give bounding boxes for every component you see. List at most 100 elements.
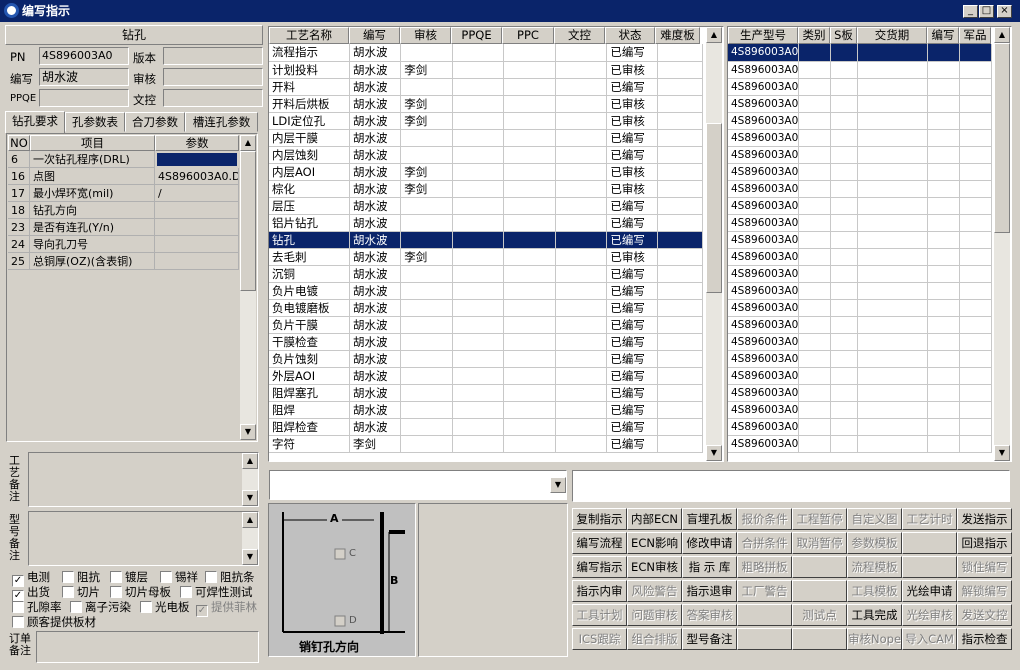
process-col-header[interactable]: PPQE (451, 27, 502, 44)
table-row[interactable]: 4S896003A0 (728, 299, 992, 317)
table-row[interactable]: 4S896003A0 (728, 265, 992, 283)
table-row[interactable]: 4S896003A0 (728, 180, 992, 198)
action-button[interactable]: 指示检查 (957, 628, 1012, 650)
model-scrollbar[interactable]: ▲ ▼ (994, 27, 1010, 461)
checkbox-option[interactable]: 可焊性测试 (180, 585, 253, 600)
action-button[interactable]: 工艺计时 (902, 508, 957, 530)
action-button[interactable]: 问题审核 (627, 604, 682, 626)
action-button[interactable]: 解锁编写 (957, 580, 1012, 602)
checkbox-option[interactable]: 光电板 (140, 600, 190, 615)
scroll-down-icon[interactable]: ▼ (706, 445, 722, 461)
version-field[interactable] (163, 47, 263, 65)
table-row[interactable]: 流程指示 胡水波 已编写 (269, 44, 704, 62)
table-row[interactable]: 外层AOI 胡水波 已编写 (269, 367, 704, 385)
table-row[interactable]: 4S896003A0 (728, 248, 992, 266)
checkbox-option[interactable]: 离子污染 (70, 600, 131, 615)
checkbox-option[interactable]: 镀层 (110, 570, 148, 585)
process-col-header[interactable]: 审核 (400, 27, 451, 44)
action-button[interactable]: 组合排版 (627, 628, 682, 650)
param-cell[interactable]: 4S896003A0.D (155, 168, 239, 185)
checkbox-option[interactable]: 顾客提供板材 (12, 615, 96, 630)
table-row[interactable]: 4S896003A0 (728, 146, 992, 164)
checkbox-option[interactable]: 锡祥 (160, 570, 198, 585)
table-row[interactable]: 字符 李剑 已编写 (269, 435, 704, 453)
process-scrollbar[interactable]: ▲ ▼ (706, 27, 722, 461)
table-row[interactable]: 内层蚀刻 胡水波 已编写 (269, 146, 704, 164)
process-col-header[interactable]: 状态 (605, 27, 655, 44)
action-button[interactable]: ECN审核 (627, 556, 682, 578)
table-row[interactable]: 负片干膜 胡水波 已编写 (269, 316, 704, 334)
order-note-field[interactable] (36, 631, 259, 663)
scroll-thumb[interactable] (994, 43, 1010, 233)
model-note-field[interactable]: ▲ ▼ (28, 511, 259, 566)
review-field[interactable] (163, 68, 263, 86)
action-button[interactable] (737, 628, 792, 650)
table-row[interactable]: 铝片钻孔 胡水波 已编写 (269, 214, 704, 232)
action-button[interactable]: 发送指示 (957, 508, 1012, 530)
action-button[interactable]: 指示内审 (572, 580, 627, 602)
process-col-header[interactable]: 难度板 (655, 27, 700, 44)
table-row[interactable]: 4S896003A0 (728, 435, 992, 453)
checkbox-box[interactable] (110, 571, 122, 583)
checkbox-box[interactable] (180, 586, 192, 598)
scroll-thumb[interactable] (240, 151, 256, 291)
process-col-header[interactable]: 编写 (349, 27, 400, 44)
table-row[interactable]: 4S896003A0 (728, 78, 992, 96)
param-cell[interactable] (155, 253, 239, 270)
checkbox-option[interactable]: 切片母板 (110, 585, 171, 600)
table-row[interactable]: 4S896003A0 (728, 367, 992, 385)
table-row[interactable]: 阻焊检查 胡水波 已编写 (269, 418, 704, 436)
table-row[interactable]: 开料 胡水波 已编写 (269, 78, 704, 96)
process-col-header[interactable]: PPC (502, 27, 554, 44)
action-button[interactable]: ICS跟踪 (572, 628, 627, 650)
table-row[interactable]: 4S896003A0 (728, 95, 992, 113)
action-button[interactable]: 工具模板 (847, 580, 902, 602)
table-row[interactable]: LDI定位孔 胡水波 李剑 已审核 (269, 112, 704, 130)
action-button[interactable] (792, 628, 847, 650)
checkbox-box[interactable] (62, 586, 74, 598)
action-button[interactable]: 报价条件 (737, 508, 792, 530)
checkbox-option[interactable]: ✓ 提供菲林 (196, 600, 257, 617)
table-row[interactable]: 沉铜 胡水波 已编写 (269, 265, 704, 283)
action-button[interactable]: 发送文控 (957, 604, 1012, 626)
table-row[interactable]: 4S896003A0 (728, 401, 992, 419)
close-button[interactable]: × (997, 5, 1012, 18)
comment-input[interactable] (572, 470, 1010, 502)
table-row[interactable]: 4S896003A0 (728, 44, 992, 62)
checkbox-option[interactable]: 阻抗条 (205, 570, 255, 585)
table-row[interactable]: 4S896003A0 (728, 333, 992, 351)
table-row[interactable]: 4S896003A0 (728, 316, 992, 334)
param-cell[interactable] (155, 151, 239, 168)
action-button[interactable]: 编写指示 (572, 556, 627, 578)
action-button[interactable] (792, 556, 847, 578)
checkbox-box[interactable] (70, 601, 82, 613)
table-row[interactable]: 4S896003A0 (728, 112, 992, 130)
model-col-header[interactable]: 类别 (798, 27, 830, 44)
checkbox-option[interactable]: 阻抗 (62, 570, 100, 585)
action-button[interactable]: ECN影响 (627, 532, 682, 554)
action-button[interactable]: 指示退审 (682, 580, 737, 602)
action-button[interactable]: 盲埋孔板 (682, 508, 737, 530)
maximize-button[interactable]: □ (979, 5, 994, 18)
checkbox-box[interactable] (12, 601, 24, 613)
action-button[interactable]: 指 示 库 (682, 556, 737, 578)
param-cell[interactable] (155, 202, 239, 219)
tab-slot-params[interactable]: 槽连孔参数 (185, 112, 258, 132)
table-row[interactable]: 阻焊 胡水波 已编写 (269, 401, 704, 419)
action-button[interactable]: 内部ECN (627, 508, 682, 530)
table-row[interactable]: 层压 胡水波 已编写 (269, 197, 704, 215)
action-button[interactable]: 粗略拼板 (737, 556, 792, 578)
action-button[interactable]: 合拼条件 (737, 532, 792, 554)
checkbox-option[interactable]: ✓ 出货 (12, 585, 50, 602)
param-scrollbar[interactable]: ▲ ▼ (240, 135, 256, 440)
action-button[interactable]: 取消暂停 (792, 532, 847, 554)
table-row[interactable]: 钻孔 胡水波 已编写 (269, 231, 704, 249)
action-button[interactable]: 导入CAM (902, 628, 957, 650)
param-cell[interactable] (155, 236, 239, 253)
process-col-header[interactable]: 文控 (554, 27, 605, 44)
table-row[interactable]: 4S896003A0 (728, 214, 992, 232)
action-button[interactable]: 答案审核 (682, 604, 737, 626)
ppqe-field[interactable] (39, 89, 129, 107)
checkbox-box[interactable] (12, 616, 24, 628)
author-field[interactable]: 胡水波 (39, 68, 129, 86)
